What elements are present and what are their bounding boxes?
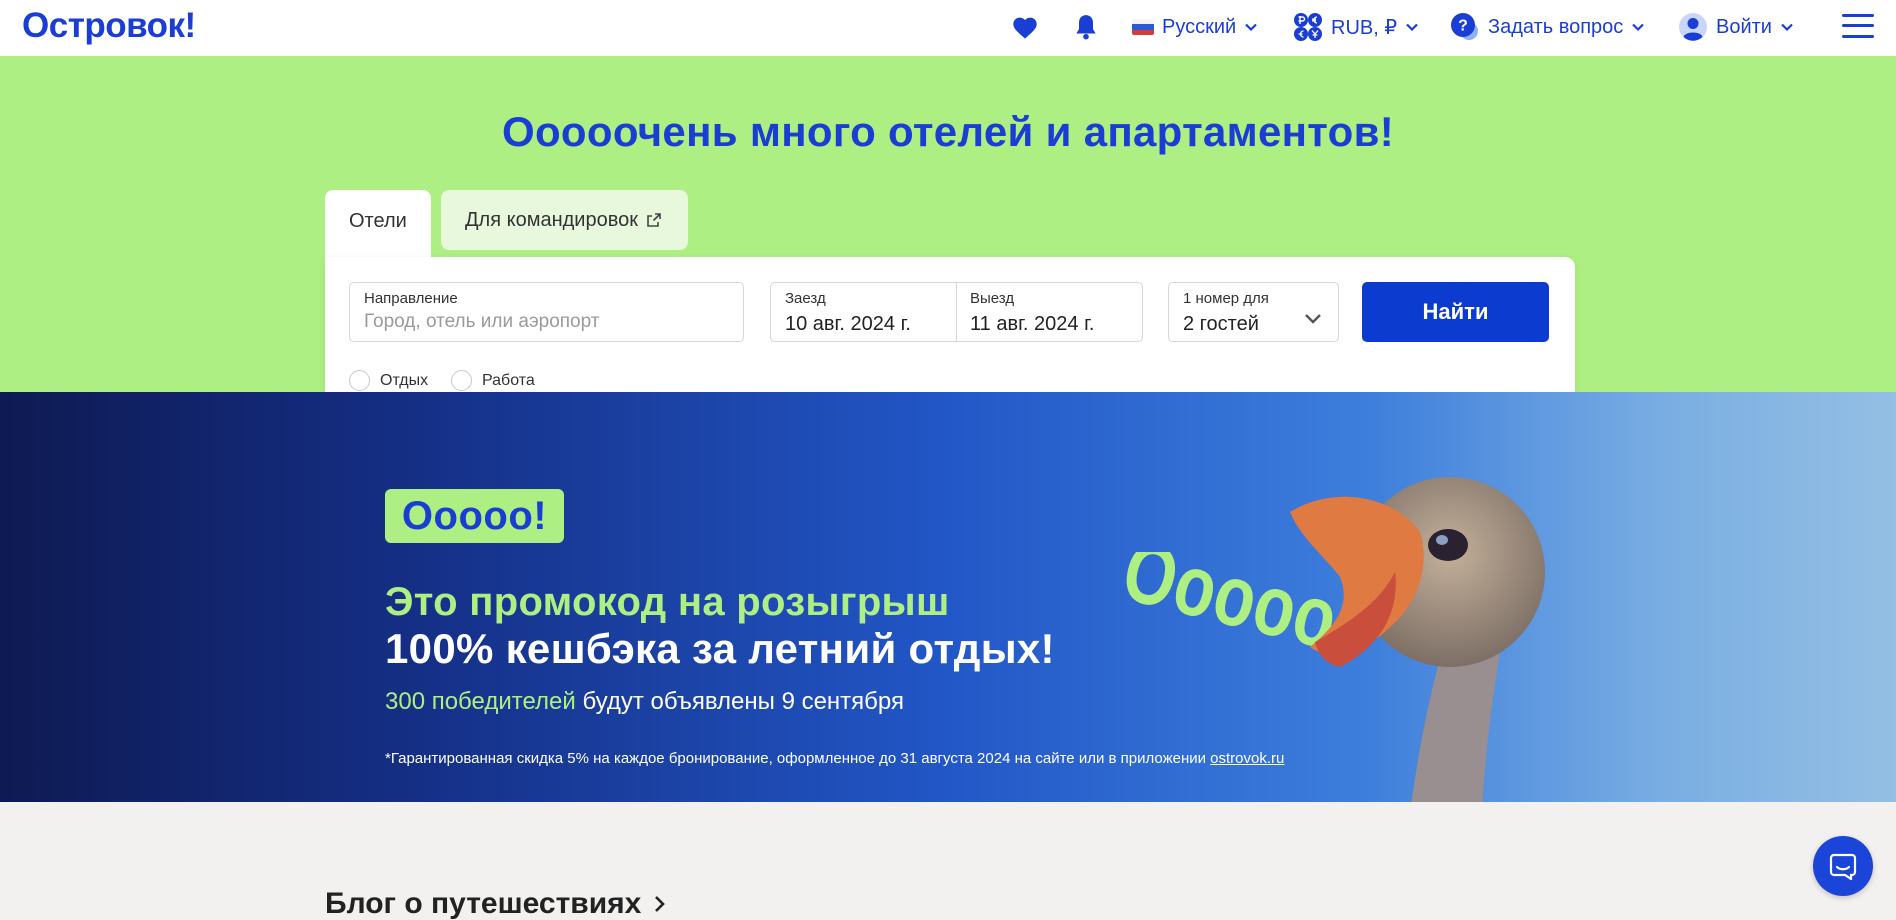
hero-title: Ооооочень много отелей и апартаментов! <box>502 108 1394 155</box>
support-chat-button[interactable] <box>1813 836 1873 896</box>
tab-business-trips[interactable]: Для командировок <box>441 190 688 250</box>
guests-value: 2 гостей <box>1183 313 1259 335</box>
blog-title: Блог о путешествиях <box>325 887 642 920</box>
blog-section-link[interactable]: Блог о путешествиях <box>325 887 667 920</box>
promo-headline-2: 100% кешбэка за летний отдых! <box>385 625 1055 672</box>
chevron-right-icon <box>655 896 666 912</box>
promo-note-text: *Гарантированная скидка 5% на каждое бро… <box>385 750 1211 767</box>
destination-label: Направление <box>364 290 458 307</box>
purpose-radio-work[interactable]: Работа <box>451 370 535 391</box>
hamburger-menu-icon[interactable] <box>1842 12 1874 40</box>
find-button[interactable]: Найти <box>1362 282 1549 342</box>
chevron-down-icon <box>1632 23 1645 32</box>
checkin-label: Заезд <box>785 290 826 307</box>
promo-footnote: *Гарантированная скидка 5% на каждое бро… <box>385 750 1284 767</box>
svg-text:?: ? <box>1458 18 1468 35</box>
tab-hotels[interactable]: Отели <box>325 190 431 262</box>
help-question-icon: ? <box>1451 13 1478 40</box>
currency-label: RUB, ₽ <box>1331 16 1398 39</box>
radio-circle[interactable] <box>349 370 370 391</box>
currency-coins-icon <box>1294 13 1322 41</box>
promo-winners-highlight: 300 победителей <box>385 688 576 715</box>
purpose-label: Работа <box>482 371 535 389</box>
promo-winners: 300 победителей будут объявлены 9 сентяб… <box>385 688 904 716</box>
external-link-icon <box>647 213 661 227</box>
currency-selector[interactable]: RUB, ₽ <box>1293 12 1419 42</box>
dates-field[interactable]: Заезд 10 авг. 2024 г. Выезд 11 авг. 2024… <box>770 282 1143 342</box>
logo[interactable]: Островок! <box>22 6 196 46</box>
promo-banner[interactable]: Ооооо! Это промокод на розыгрыш 100% кеш… <box>0 392 1896 802</box>
chevron-down-icon <box>1305 314 1321 324</box>
ostrich-illustration <box>1290 477 1545 802</box>
destination-field[interactable]: Направление <box>349 282 744 342</box>
tab-hotels-label: Отели <box>349 209 407 232</box>
dates-divider <box>956 283 957 341</box>
favorites-heart-icon[interactable] <box>1010 12 1040 42</box>
chevron-down-icon <box>1245 23 1257 32</box>
help-menu[interactable]: ? Задать вопрос <box>1450 12 1645 42</box>
destination-input[interactable] <box>364 311 724 333</box>
chevron-down-icon <box>1406 23 1418 32</box>
tab-business-trips-label: Для командировок <box>465 208 638 231</box>
checkout-label: Выезд <box>970 290 1015 307</box>
purpose-radio-leisure[interactable]: Отдых <box>349 370 428 391</box>
login-label: Войти <box>1716 15 1772 38</box>
guests-label: 1 номер для <box>1183 290 1269 307</box>
checkout-value[interactable]: 11 авг. 2024 г. <box>970 313 1095 336</box>
notifications-bell-icon[interactable] <box>1071 12 1101 42</box>
language-label: Русский <box>1162 15 1237 38</box>
chevron-down-icon <box>1781 23 1793 32</box>
promo-winners-rest: будут объявлены 9 сентября <box>575 688 904 715</box>
top-header: Островок! Русский RUB, ₽ ? Задать вопрос <box>0 0 1896 56</box>
guests-field[interactable]: 1 номер для 2 гостей <box>1168 282 1339 342</box>
promo-headline-1: Это промокод на розыгрыш <box>385 580 950 624</box>
help-label: Задать вопрос <box>1488 15 1624 38</box>
radio-circle[interactable] <box>451 370 472 391</box>
russia-flag-icon <box>1132 19 1154 35</box>
login-menu[interactable]: Войти <box>1678 12 1794 42</box>
checkin-value[interactable]: 10 авг. 2024 г. <box>785 313 911 336</box>
purpose-label: Отдых <box>380 371 429 389</box>
chat-bubble-icon <box>1829 853 1857 880</box>
language-selector[interactable]: Русский <box>1132 12 1258 42</box>
user-avatar-icon <box>1679 13 1707 41</box>
promo-badge: Ооооо! <box>385 489 564 543</box>
